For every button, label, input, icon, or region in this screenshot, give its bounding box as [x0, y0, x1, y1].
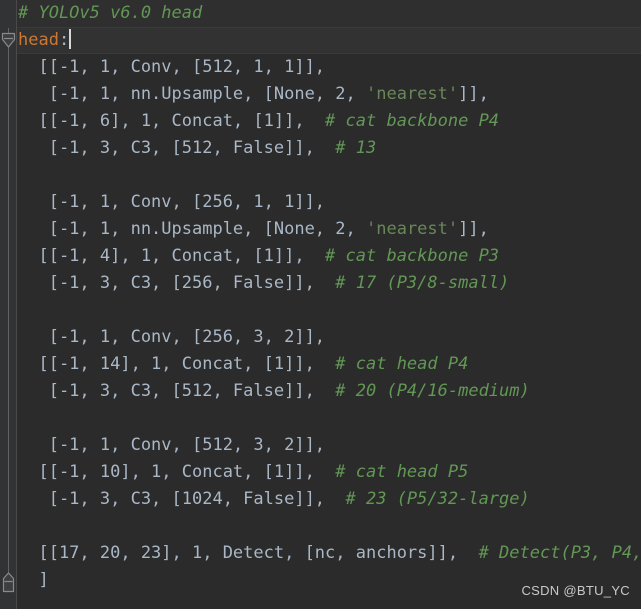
string-token: 'nearest'	[366, 84, 459, 104]
csdn-watermark: CSDN @BTU_YC	[521, 583, 630, 598]
code-token: [[-1, 4], 1, Concat, [1]],	[18, 246, 305, 266]
code-line-blank[interactable]	[17, 162, 641, 189]
fold-region-end-icon[interactable]	[2, 572, 15, 593]
code-token: [-1, 1, Conv, [256, 1, 1]],	[18, 192, 326, 212]
code-line-detect[interactable]: [[17, 20, 23], 1, Detect, [nc, anchors]]…	[17, 540, 641, 567]
comment-token: # 23 (P5/32-large)	[325, 489, 530, 509]
comment-token: # 13	[314, 138, 377, 158]
string-token: 'nearest'	[366, 219, 459, 239]
code-token: [-1, 1, nn.Upsample, [None, 2,	[18, 84, 366, 104]
text-caret	[69, 29, 72, 49]
comment-token: # 20 (P4/16-medium)	[314, 381, 530, 401]
code-token: [-1, 1, nn.Upsample, [None, 2,	[18, 219, 366, 239]
comment-token: # cat backbone P3	[304, 246, 500, 266]
code-line-head-key[interactable]: head:	[17, 27, 641, 54]
gutter-separator	[16, 0, 17, 609]
code-token: ]],	[458, 84, 489, 104]
code-line-blank[interactable]	[17, 405, 641, 432]
comment-token: # cat head P5	[314, 462, 469, 482]
code-line-c3-23[interactable]: [-1, 3, C3, [1024, False]], # 23 (P5/32-…	[17, 486, 641, 513]
code-token: [-1, 3, C3, [512, False]],	[18, 138, 315, 158]
fold-region-line	[8, 28, 9, 591]
code-line-concat-head-p5[interactable]: [[-1, 10], 1, Concat, [1]], # cat head P…	[17, 459, 641, 486]
code-token: [-1, 1, Conv, [256, 3, 2]],	[18, 327, 326, 347]
code-line-blank[interactable]	[17, 513, 641, 540]
comment-token: # cat backbone P4	[304, 111, 500, 131]
code-lines-container[interactable]: # YOLOv5 v6.0 head head: [[-1, 1, Conv, …	[17, 0, 641, 609]
code-token: [[-1, 14], 1, Concat, [1]],	[18, 354, 315, 374]
comment-token: # YOLOv5 v6.0 head	[18, 3, 203, 23]
code-token: [[-1, 10], 1, Concat, [1]],	[18, 462, 315, 482]
code-line-comment-header[interactable]: # YOLOv5 v6.0 head	[17, 0, 641, 27]
code-token: [[-1, 1, Conv, [512, 1, 1]],	[18, 57, 326, 77]
code-line-blank[interactable]	[17, 297, 641, 324]
comment-token: # 17 (P3/8-small)	[314, 273, 510, 293]
code-line-concat-p4[interactable]: [[-1, 6], 1, Concat, [1]], # cat backbon…	[17, 108, 641, 135]
code-line-upsample-1[interactable]: [-1, 1, nn.Upsample, [None, 2, 'nearest'…	[17, 81, 641, 108]
comment-token: # Detect(P3, P4,	[458, 543, 641, 563]
code-line-conv-256-s2[interactable]: [-1, 1, Conv, [256, 3, 2]],	[17, 324, 641, 351]
code-editor[interactable]: # YOLOv5 v6.0 head head: [[-1, 1, Conv, …	[0, 0, 641, 609]
code-token: ]	[18, 570, 49, 590]
code-token: [-1, 1, Conv, [512, 3, 2]],	[18, 435, 326, 455]
comment-token: # cat head P4	[314, 354, 469, 374]
code-line-concat-head-p4[interactable]: [[-1, 14], 1, Concat, [1]], # cat head P…	[17, 351, 641, 378]
fold-expanded-triangle-icon[interactable]	[1, 32, 16, 49]
yaml-colon-token: :	[58, 30, 70, 50]
code-token: [-1, 3, C3, [512, False]],	[18, 381, 315, 401]
code-token: [[-1, 6], 1, Concat, [1]],	[18, 111, 305, 131]
code-token: [-1, 3, C3, [256, False]],	[18, 273, 315, 293]
code-token: [[17, 20, 23], 1, Detect, [nc, anchors]]…	[18, 543, 459, 563]
code-line-conv-256[interactable]: [-1, 1, Conv, [256, 1, 1]],	[17, 189, 641, 216]
code-token: ]],	[458, 219, 489, 239]
yaml-key-token: head	[18, 30, 59, 50]
code-line-c3-17[interactable]: [-1, 3, C3, [256, False]], # 17 (P3/8-sm…	[17, 270, 641, 297]
code-line-c3-13[interactable]: [-1, 3, C3, [512, False]], # 13	[17, 135, 641, 162]
code-line-conv-512[interactable]: [[-1, 1, Conv, [512, 1, 1]],	[17, 54, 641, 81]
code-line-upsample-2[interactable]: [-1, 1, nn.Upsample, [None, 2, 'nearest'…	[17, 216, 641, 243]
code-line-concat-p3[interactable]: [[-1, 4], 1, Concat, [1]], # cat backbon…	[17, 243, 641, 270]
code-token: [-1, 3, C3, [1024, False]],	[18, 489, 326, 509]
code-line-conv-512-s2[interactable]: [-1, 1, Conv, [512, 3, 2]],	[17, 432, 641, 459]
code-line-c3-20[interactable]: [-1, 3, C3, [512, False]], # 20 (P4/16-m…	[17, 378, 641, 405]
